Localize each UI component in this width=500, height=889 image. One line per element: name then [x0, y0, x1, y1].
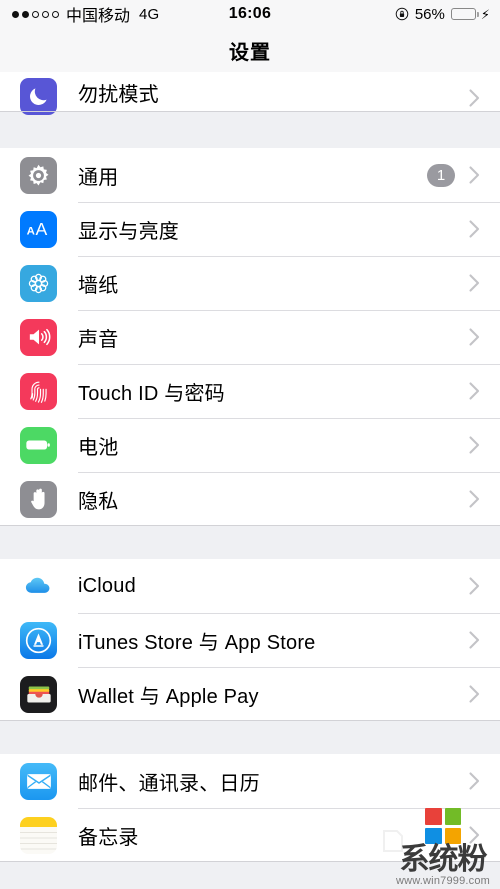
chevron-right-icon	[469, 328, 480, 346]
text-size-icon: A A	[20, 210, 57, 248]
settings-list[interactable]: 勿扰模式 通用 1 A A 显示与亮度 墙纸 声音 Touch ID 与密码 电…	[0, 72, 500, 889]
page-title: 设置	[229, 41, 271, 64]
settings-group-system: 通用 1 A A 显示与亮度 墙纸 声音 Touch ID 与密码 电池 隐私	[0, 148, 500, 526]
chevron-right-icon	[469, 685, 480, 703]
settings-group-apps: 邮件、通讯录、日历 备忘录	[0, 754, 500, 862]
settings-row-label: Wallet 与 Apple Pay	[78, 685, 259, 708]
notes-icon	[20, 816, 57, 854]
status-bar: 中国移动 4G 16:06 56% ⚡	[0, 0, 500, 28]
settings-row-label: 墙纸	[78, 274, 119, 297]
badge-count: 1	[427, 163, 455, 187]
carrier-name: 中国移动	[66, 8, 131, 25]
settings-row-itunes-app-store[interactable]: iTunes Store 与 App Store	[0, 613, 500, 667]
settings-row-label: 勿扰模式	[78, 84, 159, 106]
settings-row-mail[interactable]: 邮件、通讯录、日历	[0, 754, 500, 808]
status-bar-left: 中国移动 4G	[12, 2, 159, 26]
settings-row-wallpaper[interactable]: 墙纸	[0, 256, 500, 310]
settings-row-notes[interactable]: 备忘录	[0, 808, 500, 862]
section-gap	[0, 721, 500, 754]
chevron-right-icon	[469, 577, 480, 595]
rotation-lock-icon	[395, 7, 409, 21]
speaker-icon	[20, 318, 57, 356]
gear-icon	[20, 156, 57, 194]
chevron-right-icon	[469, 772, 480, 790]
chevron-right-icon	[469, 382, 480, 400]
wallet-icon	[20, 675, 57, 713]
section-gap	[0, 526, 500, 559]
settings-row-label: 声音	[78, 328, 119, 351]
settings-row-touch-id[interactable]: Touch ID 与密码	[0, 364, 500, 418]
chevron-right-icon	[469, 631, 480, 649]
settings-row-label: 通用	[78, 166, 119, 189]
settings-row-wallet-apple-pay[interactable]: Wallet 与 Apple Pay	[0, 667, 500, 721]
mail-icon	[20, 762, 57, 800]
fingerprint-icon	[20, 372, 57, 410]
svg-text:A: A	[35, 219, 47, 239]
settings-row-label: 邮件、通讯录、日历	[78, 772, 260, 795]
settings-row-label: 电池	[78, 436, 119, 459]
cloud-icon	[20, 567, 57, 605]
svg-text:A: A	[26, 225, 34, 237]
settings-row-label: Touch ID 与密码	[78, 382, 225, 405]
settings-row-label: iCloud	[78, 574, 136, 597]
settings-row-display[interactable]: A A 显示与亮度	[0, 202, 500, 256]
battery-percentage: 56%	[414, 5, 445, 23]
watermark-ghost-icon	[382, 829, 404, 853]
battery-icon	[20, 426, 57, 464]
hand-icon	[20, 480, 57, 518]
moon-icon	[20, 78, 57, 115]
chevron-right-icon	[469, 220, 480, 238]
settings-row-general[interactable]: 通用 1	[0, 148, 500, 202]
settings-row-privacy[interactable]: 隐私	[0, 472, 500, 526]
settings-row-label: 备忘录	[78, 826, 139, 849]
appstore-icon	[20, 621, 57, 659]
settings-row-label: 隐私	[78, 490, 119, 513]
battery-icon	[450, 8, 479, 20]
chevron-right-icon	[469, 436, 480, 454]
chevron-right-icon	[469, 89, 480, 107]
chevron-right-icon	[469, 490, 480, 508]
signal-strength-icon	[12, 10, 59, 18]
charging-bolt-icon: ⚡	[480, 6, 490, 22]
chevron-right-icon	[469, 274, 480, 292]
section-gap	[0, 112, 500, 148]
network-type: 4G	[139, 5, 160, 23]
settings-row-icloud[interactable]: iCloud	[0, 559, 500, 613]
flower-icon	[20, 264, 57, 302]
settings-row-do-not-disturb[interactable]: 勿扰模式	[0, 72, 500, 115]
settings-row-battery[interactable]: 电池	[0, 418, 500, 472]
settings-row-label: 显示与亮度	[78, 220, 179, 243]
chevron-right-icon	[469, 166, 480, 184]
status-bar-right: 56% ⚡	[395, 6, 490, 23]
settings-row-label: iTunes Store 与 App Store	[78, 631, 316, 654]
settings-group-notifications: 勿扰模式	[0, 72, 500, 115]
settings-group-accounts: iCloud iTunes Store 与 App Store Wallet 与…	[0, 559, 500, 721]
chevron-right-icon	[469, 826, 480, 844]
iphone-settings-screen: 中国移动 4G 16:06 56% ⚡ 设置 勿扰模式 通用 1 A A 显示与…	[0, 0, 500, 889]
settings-row-sounds[interactable]: 声音	[0, 310, 500, 364]
navigation-bar: 设置	[0, 28, 500, 72]
